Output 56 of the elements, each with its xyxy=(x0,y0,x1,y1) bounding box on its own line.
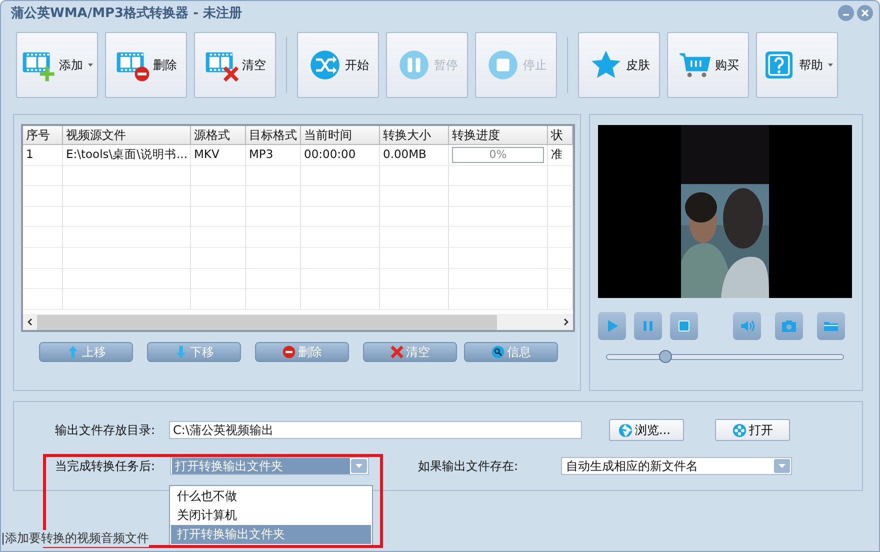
column-header[interactable]: 序号 xyxy=(23,126,63,144)
status-text: |添加要转换的视频音频文件 xyxy=(1,530,150,546)
seek-slider[interactable] xyxy=(606,350,844,363)
field-label: 如果输出文件存在: xyxy=(418,458,520,474)
table-cell: 1 xyxy=(23,145,63,165)
magnifier-icon xyxy=(491,345,505,359)
volume-button[interactable] xyxy=(733,312,761,340)
film-reel-icon xyxy=(732,422,747,438)
window-title: 蒲公英WMA/MP3格式转换器 - 未注册 xyxy=(11,4,242,22)
dialog-button[interactable]: 浏览... xyxy=(609,419,684,441)
column-header[interactable]: 转换进度 xyxy=(449,126,548,144)
scroll-left-icon[interactable] xyxy=(26,318,34,326)
up-arrow-icon xyxy=(66,345,80,359)
table-cell: 0.00MB xyxy=(380,145,449,165)
column-header[interactable]: 当前时间 xyxy=(301,126,380,144)
down-arrow-icon xyxy=(174,345,188,359)
dialog-button[interactable]: 打开 xyxy=(715,419,790,441)
column-header[interactable]: 源格式 xyxy=(191,126,246,144)
toolbar-button[interactable]: 购买 xyxy=(667,32,749,98)
dropdown-option[interactable]: 什么也不做 xyxy=(171,487,371,506)
snapshot-button[interactable] xyxy=(775,312,803,340)
pause-button[interactable] xyxy=(634,312,662,340)
table-cell: 00:00:00 xyxy=(301,145,380,165)
play-button[interactable] xyxy=(598,312,626,340)
open-folder-button[interactable] xyxy=(817,312,845,340)
column-header[interactable]: 状 xyxy=(548,126,573,144)
toolbar-button[interactable]: 清空 xyxy=(194,32,276,98)
column-header[interactable]: 目标格式 xyxy=(246,126,301,144)
output-path-field[interactable]: C:\蒲公英视频输出 xyxy=(169,421,582,439)
dropdown-option[interactable]: 关闭计算机 xyxy=(171,506,371,525)
toolbar-button[interactable]: 帮助 xyxy=(756,32,838,98)
toolbar-button[interactable]: 开始 xyxy=(297,32,379,98)
camera-icon xyxy=(781,318,797,334)
table-cell: MP3 xyxy=(246,145,301,165)
stop-button[interactable] xyxy=(670,312,698,340)
column-header[interactable]: 视频源文件 xyxy=(63,126,191,144)
toolbar-button[interactable]: 删除 xyxy=(105,32,187,98)
minimize-icon[interactable] xyxy=(838,5,854,21)
file-exists-dropdown[interactable]: 自动生成相应的新文件名 xyxy=(561,457,792,475)
shutter-icon xyxy=(618,422,633,438)
horizontal-scrollbar[interactable] xyxy=(23,314,573,330)
table-cell: E:\tools\桌面\说明书... xyxy=(63,145,191,165)
speaker-icon xyxy=(739,318,755,334)
field-label: 输出文件存放目录: xyxy=(55,422,156,438)
toolbar-button[interactable]: 添加 xyxy=(16,32,98,98)
table-cell: 准 xyxy=(548,145,573,165)
progress-bar: 0% xyxy=(452,147,544,163)
toolbar-button[interactable]: 皮肤 xyxy=(578,32,660,98)
field-label: 当完成转换任务后: xyxy=(55,458,156,474)
cross-icon xyxy=(390,345,404,359)
table-cell: MKV xyxy=(191,145,246,165)
close-icon[interactable] xyxy=(857,5,873,21)
minus-icon xyxy=(282,345,296,359)
stop-icon xyxy=(676,318,692,334)
column-header[interactable]: 转换大小 xyxy=(380,126,449,144)
scroll-right-icon[interactable] xyxy=(562,318,570,326)
